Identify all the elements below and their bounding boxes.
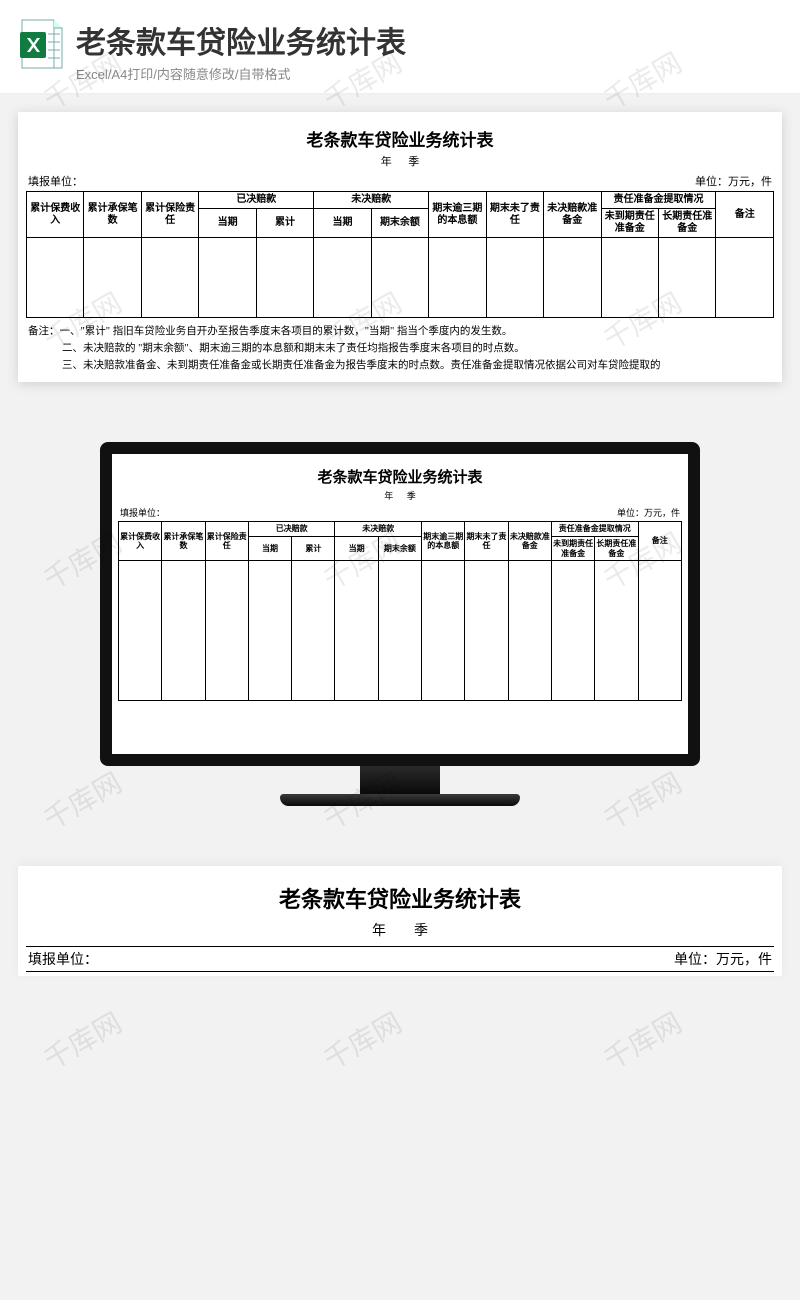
watermark-text: 千库网 <box>36 1002 129 1079</box>
sheet-title: 老条款车贷险业务统计表 <box>26 126 774 151</box>
th-pending-cur: 当期 <box>314 209 371 238</box>
th-reserve: 未决赔款准备金 <box>508 522 551 561</box>
th-cum-liability: 累计保险责任 <box>205 522 248 561</box>
th-remark: 备注 <box>638 522 681 561</box>
unit-label: 单位：万元，件 <box>674 949 772 969</box>
th-draw-group: 责任准备金提取情况 <box>551 522 638 537</box>
sheet-period: 年 季 <box>26 920 774 940</box>
th-settled-cum: 累计 <box>292 536 335 560</box>
period-year-label: 年 <box>372 924 386 939</box>
th-pending-group: 未决赔款 <box>314 192 429 209</box>
period-quarter-label: 季 <box>408 156 419 168</box>
period-quarter-label: 季 <box>407 491 416 501</box>
monitor-screen: 老条款车贷险业务统计表 年 季 填报单位： 单位：万元，件 累计保费收入 <box>112 454 688 754</box>
th-draw-long: 长期责任准备金 <box>658 209 715 238</box>
notes-block: 备注：一、"累计" 指旧车贷险业务自开办至报告季度末各项目的累计数，"当期" 指… <box>26 324 774 374</box>
page-title: 老条款车贷险业务统计表 <box>76 18 780 62</box>
sheet-title: 老条款车贷险业务统计表 <box>118 466 682 487</box>
statistics-table: 累计保费收入 累计承保笔数 累计保险责任 已决赔款 未决赔款 期末逾三期的本息额… <box>118 521 682 701</box>
reporting-unit-label: 填报单位： <box>120 506 165 519</box>
notes-prefix: 备注： <box>28 326 60 337</box>
period-quarter-label: 季 <box>414 924 428 939</box>
th-overdue: 期末逾三期的本息额 <box>422 522 465 561</box>
note-3: 三、未决赔款准备金、未到期责任准备金或长期责任准备金为报告季度末的时点数。责任准… <box>28 358 772 375</box>
note-1: 一、"累计" 指旧车贷险业务自开办至报告季度末各项目的累计数，"当期" 指当个季… <box>60 326 513 337</box>
reporting-unit-label: 填报单位： <box>28 949 98 969</box>
unit-label: 单位：万元，件 <box>617 506 680 519</box>
monitor-base <box>280 794 520 806</box>
sheet-title: 老条款车贷险业务统计表 <box>26 882 774 914</box>
th-draw-unearned: 未到期责任准备金 <box>601 209 658 238</box>
th-draw-long: 长期责任准备金 <box>595 536 638 560</box>
period-year-label: 年 <box>384 491 393 501</box>
th-cum-premium: 累计保费收入 <box>27 192 84 238</box>
th-draw-unearned: 未到期责任准备金 <box>551 536 594 560</box>
th-remark: 备注 <box>716 192 774 238</box>
monitor-mockup: 老条款车贷险业务统计表 年 季 填报单位： 单位：万元，件 累计保费收入 <box>100 442 700 806</box>
table-row <box>27 238 774 318</box>
page-header: 老条款车贷险业务统计表 Excel/A4打印/内容随意修改/自带格式 <box>0 0 800 94</box>
th-cum-premium: 累计保费收入 <box>119 522 162 561</box>
th-pending-cur: 当期 <box>335 536 378 560</box>
note-2: 二、未决赔款的 "期末余额"、期末逾三期的本息额和期末未了责任均指报告季度末各项… <box>28 341 772 358</box>
watermark-text: 千库网 <box>316 1002 409 1079</box>
unit-label: 单位：万元，件 <box>695 173 772 189</box>
th-overdue: 期末逾三期的本息额 <box>429 192 486 238</box>
th-pending-bal: 期末余额 <box>378 536 421 560</box>
th-unliab: 期末未了责任 <box>465 522 508 561</box>
th-settled-cur: 当期 <box>199 209 256 238</box>
sheet-period: 年 季 <box>26 153 774 169</box>
th-unliab: 期末未了责任 <box>486 192 543 238</box>
th-pending-bal: 期末余额 <box>371 209 428 238</box>
th-pending-group: 未决赔款 <box>335 522 422 537</box>
th-cum-count: 累计承保笔数 <box>162 522 205 561</box>
watermark-text: 千库网 <box>596 1002 689 1079</box>
th-draw-group: 责任准备金提取情况 <box>601 192 716 209</box>
reporting-unit-label: 填报单位： <box>28 173 83 189</box>
th-reserve: 未决赔款准备金 <box>544 192 601 238</box>
sheet-preview-panel: 老条款车贷险业务统计表 年 季 填报单位： 单位：万元，件 累计保费收入 累计承… <box>18 112 782 382</box>
th-settled-group: 已决赔款 <box>199 192 314 209</box>
statistics-table: 累计保费收入 累计承保笔数 累计保险责任 已决赔款 未决赔款 期末逾三期的本息额… <box>26 191 774 318</box>
th-settled-group: 已决赔款 <box>248 522 335 537</box>
sheet-period: 年 季 <box>118 489 682 502</box>
th-cum-liability: 累计保险责任 <box>141 192 198 238</box>
period-year-label: 年 <box>381 156 392 168</box>
table-row <box>119 561 682 701</box>
th-cum-count: 累计承保笔数 <box>84 192 141 238</box>
monitor-bezel: 老条款车贷险业务统计表 年 季 填报单位： 单位：万元，件 累计保费收入 <box>100 442 700 766</box>
excel-file-icon <box>20 18 64 70</box>
sheet-preview-cropped: 老条款车贷险业务统计表 年 季 填报单位： 单位：万元，件 <box>18 866 782 976</box>
th-settled-cur: 当期 <box>248 536 291 560</box>
monitor-neck <box>360 766 440 794</box>
th-settled-cum: 累计 <box>256 209 313 238</box>
page-subtitle: Excel/A4打印/内容随意修改/自带格式 <box>76 64 780 83</box>
